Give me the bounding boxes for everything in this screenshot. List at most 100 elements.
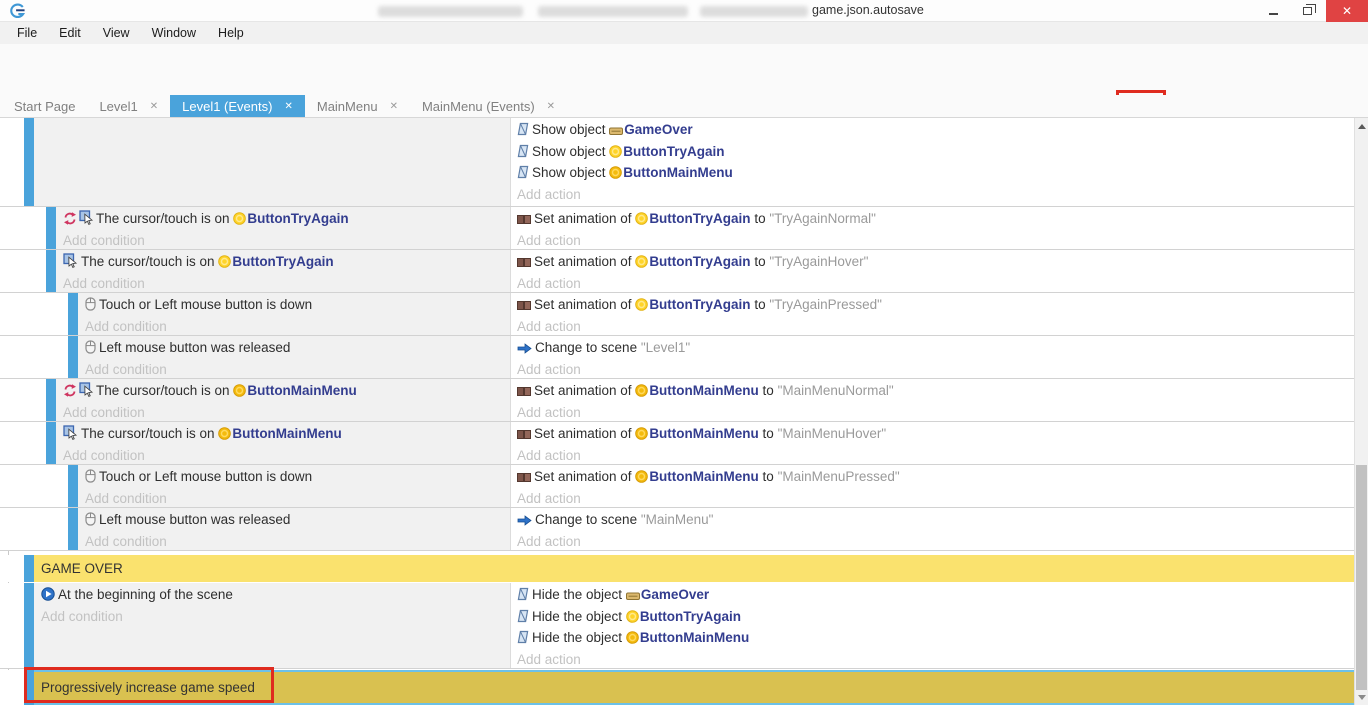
add-action-button[interactable]: Add action (517, 230, 1350, 250)
add-condition-button[interactable]: Add condition (63, 230, 506, 250)
text-fragment: Touch or Left mouse button is down (99, 469, 312, 484)
conditions-cell: The cursor/touch is on ButtonMainMenuAdd… (56, 422, 510, 464)
event-handle[interactable] (24, 555, 34, 582)
menu-item-file[interactable]: File (6, 22, 48, 44)
add-action-button[interactable]: Add action (517, 184, 1350, 206)
action-row[interactable]: Set animation of ButtonTryAgain to "TryA… (517, 251, 1350, 273)
add-condition-button[interactable]: Add condition (41, 606, 506, 628)
action-row[interactable]: Hide the object GameOver (517, 584, 1350, 606)
comment-event[interactable]: GAME OVER (0, 555, 1354, 582)
object-name: ButtonMainMenu (640, 630, 749, 645)
action-row[interactable]: Set animation of ButtonTryAgain to "TryA… (517, 294, 1350, 316)
add-action-button[interactable]: Add action (517, 402, 1350, 422)
condition-row[interactable]: The cursor/touch is on ButtonTryAgain (63, 208, 506, 230)
tab-level1-events[interactable]: Level1 (Events)✕ (170, 95, 305, 117)
action-row[interactable]: Show object ButtonMainMenu (517, 162, 1350, 184)
menu-item-edit[interactable]: Edit (48, 22, 92, 44)
event-handle[interactable] (24, 583, 34, 668)
action-row[interactable]: Hide the object ButtonTryAgain (517, 606, 1350, 628)
event[interactable]: At the beginning of the sceneAdd conditi… (0, 583, 1354, 669)
action-row[interactable]: Set animation of ButtonMainMenu to "Main… (517, 380, 1350, 402)
condition-row[interactable]: At the beginning of the scene (41, 584, 506, 606)
add-condition-button[interactable]: Add condition (63, 402, 506, 422)
tab-close-icon[interactable]: ✕ (547, 101, 555, 112)
text-fragment: to (751, 254, 770, 269)
menu-item-window[interactable]: Window (141, 22, 207, 44)
tab-mainmenu[interactable]: MainMenu✕ (305, 95, 410, 117)
condition-row[interactable]: The cursor/touch is on ButtonMainMenu (63, 423, 506, 445)
action-row[interactable]: Show object ButtonTryAgain (517, 141, 1350, 163)
add-condition-button[interactable]: Add condition (85, 488, 506, 508)
add-condition-button[interactable]: Add condition (63, 445, 506, 465)
tab-start-page[interactable]: Start Page (2, 95, 87, 117)
event[interactable]: The cursor/touch is on ButtonTryAgainAdd… (0, 250, 1354, 293)
condition-row[interactable]: The cursor/touch is on ButtonTryAgain (63, 251, 506, 273)
menu-item-view[interactable]: View (92, 22, 141, 44)
event-handle[interactable] (46, 379, 56, 421)
add-action-button[interactable]: Add action (517, 488, 1350, 508)
action-row[interactable]: Set animation of ButtonTryAgain to "TryA… (517, 208, 1350, 230)
scene-icon (517, 511, 532, 533)
condition-row[interactable]: Left mouse button was released (85, 337, 506, 359)
event-handle[interactable] (68, 465, 78, 507)
scroll-up-icon[interactable] (1358, 124, 1366, 129)
tab-level1[interactable]: Level1 ✕ (87, 95, 170, 117)
add-condition-button[interactable]: Add condition (85, 531, 506, 551)
tab-close-icon[interactable]: ✕ (150, 101, 158, 112)
tab-mainmenu-events[interactable]: MainMenu (Events)✕ (410, 95, 567, 117)
action-row[interactable]: Hide the object ButtonMainMenu (517, 627, 1350, 649)
event-handle[interactable] (46, 207, 56, 249)
event-handle[interactable] (68, 508, 78, 550)
add-action-button[interactable]: Add action (517, 273, 1350, 293)
add-action-button[interactable]: Add action (517, 531, 1350, 551)
object-reference: ButtonTryAgain (635, 211, 750, 226)
tab-close-icon[interactable]: ✕ (390, 101, 398, 112)
vertical-scrollbar[interactable] (1354, 118, 1368, 705)
anim-icon (517, 253, 531, 275)
actions-cell: Set animation of ButtonMainMenu to "Main… (510, 422, 1354, 464)
object-name: ButtonTryAgain (247, 211, 348, 226)
add-condition-button[interactable]: Add condition (85, 316, 506, 336)
add-action-button[interactable]: Add action (517, 445, 1350, 465)
condition-row[interactable]: Left mouse button was released (85, 509, 506, 531)
condition-row[interactable]: Touch or Left mouse button is down (85, 466, 506, 488)
event-handle[interactable] (46, 250, 56, 292)
yellow-object-icon (218, 253, 231, 275)
minimize-button[interactable] (1258, 0, 1288, 22)
tab-close-icon[interactable]: ✕ (284, 101, 292, 112)
action-row[interactable]: Show object GameOver (517, 119, 1350, 141)
condition-row[interactable]: The cursor/touch is on ButtonMainMenu (63, 380, 506, 402)
add-condition-button[interactable]: Add condition (85, 359, 506, 379)
tab-label: Level1 (99, 99, 137, 114)
event[interactable]: Touch or Left mouse button is down Add co… (0, 465, 1354, 508)
condition-row[interactable]: Touch or Left mouse button is down (85, 294, 506, 316)
event[interactable]: Left mouse button was releasedAdd condit… (0, 508, 1354, 551)
action-row[interactable]: Set animation of ButtonMainMenu to "Main… (517, 466, 1350, 488)
event-handle[interactable] (24, 118, 34, 206)
action-row[interactable]: Change to scene "MainMenu" (517, 509, 1350, 531)
event[interactable]: Touch or Left mouse button is downAdd co… (0, 293, 1354, 336)
add-action-button[interactable]: Add action (517, 359, 1350, 379)
event[interactable]: Left mouse button was releasedAdd condit… (0, 336, 1354, 379)
add-action-button[interactable]: Add action (517, 649, 1350, 669)
action-row[interactable]: Change to scene "Level1" (517, 337, 1350, 359)
event-handle[interactable] (68, 336, 78, 378)
event[interactable]: The cursor/touch is on ButtonMainMenuAdd… (0, 379, 1354, 422)
banner-object-icon (626, 586, 640, 608)
scrollbar-thumb[interactable] (1356, 465, 1367, 690)
scroll-down-icon[interactable] (1358, 695, 1366, 700)
event[interactable]: The cursor/touch is on ButtonMainMenuAdd… (0, 422, 1354, 465)
add-condition-button[interactable]: Add condition (63, 273, 506, 293)
event[interactable]: Show object GameOverShow object ButtonTr… (0, 118, 1354, 207)
action-row[interactable]: Set animation of ButtonMainMenu to "Main… (517, 423, 1350, 445)
close-button[interactable]: ✕ (1326, 0, 1368, 22)
menu-item-help[interactable]: Help (207, 22, 255, 44)
text-fragment: The cursor/touch is on (96, 211, 233, 226)
object-reference: ButtonMainMenu (626, 630, 749, 645)
event-handle[interactable] (46, 422, 56, 464)
event-handle[interactable] (68, 293, 78, 335)
event-gutter (0, 207, 46, 249)
event[interactable]: The cursor/touch is on ButtonTryAgainAdd… (0, 207, 1354, 250)
add-action-button[interactable]: Add action (517, 316, 1350, 336)
maximize-button[interactable] (1292, 0, 1322, 22)
